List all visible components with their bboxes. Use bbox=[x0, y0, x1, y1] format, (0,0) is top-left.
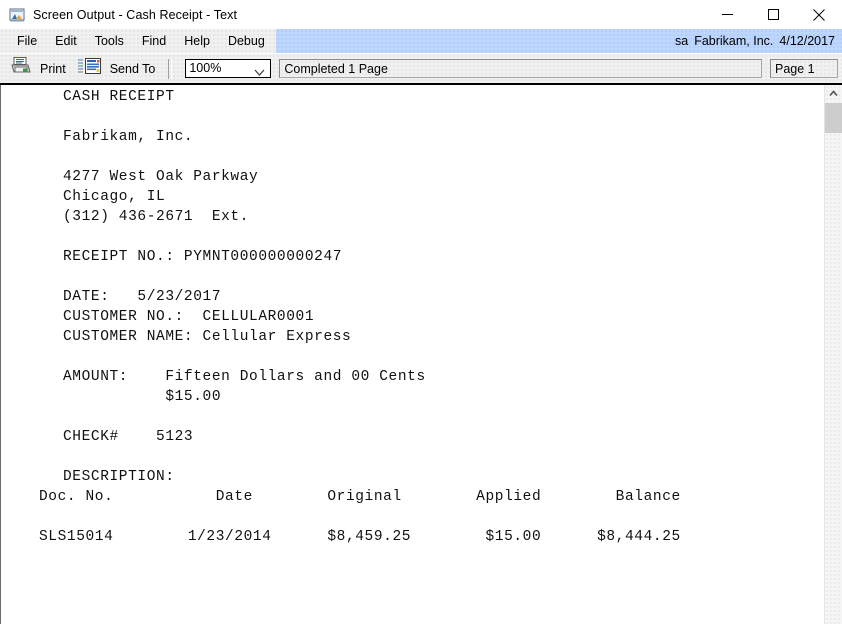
screen-output-icon bbox=[9, 7, 25, 23]
send-to-icon bbox=[76, 57, 102, 80]
menu-bar: File Edit Tools Find Help Debug sa Fabri… bbox=[0, 29, 842, 53]
zoom-level-select[interactable]: 100% bbox=[185, 59, 272, 78]
chevron-down-icon bbox=[254, 64, 265, 82]
minimize-button[interactable] bbox=[704, 0, 750, 29]
toolbar: Print Send To 100% Completed 1 Page Page… bbox=[0, 53, 842, 85]
vertical-scroll-thumb[interactable] bbox=[825, 103, 842, 133]
menu-item-tools[interactable]: Tools bbox=[86, 31, 133, 52]
window-controls bbox=[704, 0, 842, 29]
maximize-button[interactable] bbox=[750, 0, 796, 29]
report-page: CASH RECEIPT Fabrikam, Inc. 4277 West Oa… bbox=[1, 85, 824, 624]
session-status-bar: sa Fabrikam, Inc. 4/12/2017 bbox=[275, 29, 842, 53]
table-row: SLS15014 1/23/2014 $8,459.25 $15.00 $8,4… bbox=[39, 529, 681, 545]
menu-item-file[interactable]: File bbox=[8, 31, 46, 52]
print-label: Print bbox=[40, 61, 66, 76]
toolbar-separator bbox=[168, 58, 173, 79]
menu-item-help[interactable]: Help bbox=[175, 31, 219, 52]
menu-item-find[interactable]: Find bbox=[133, 31, 175, 52]
print-button[interactable]: Print bbox=[6, 57, 70, 81]
session-company: Fabrikam, Inc. bbox=[694, 34, 774, 48]
page-indicator-field: Page 1 bbox=[770, 59, 838, 78]
table-spacer-row bbox=[39, 507, 824, 527]
close-button[interactable] bbox=[796, 0, 842, 29]
scroll-up-arrow-icon[interactable] bbox=[825, 85, 842, 102]
menu-items: File Edit Tools Find Help Debug bbox=[0, 29, 274, 53]
session-user: sa bbox=[675, 34, 689, 48]
menu-item-edit[interactable]: Edit bbox=[46, 31, 86, 52]
session-date: 4/12/2017 bbox=[779, 34, 835, 48]
window-title: Screen Output - Cash Receipt - Text bbox=[33, 7, 238, 22]
zoom-level-value: 100% bbox=[189, 61, 222, 75]
completion-status-text: Completed 1 Page bbox=[284, 61, 388, 76]
document-table: Doc. No. Date Original Applied Balance S… bbox=[1, 487, 824, 547]
send-to-button[interactable]: Send To bbox=[72, 57, 160, 81]
send-to-label: Send To bbox=[109, 61, 156, 76]
table-header-row: Doc. No. Date Original Applied Balance bbox=[39, 489, 681, 505]
screen-output-window: Screen Output - Cash Receipt - Text File… bbox=[0, 0, 842, 624]
page-indicator-text: Page 1 bbox=[775, 61, 815, 76]
report-body-text: CASH RECEIPT Fabrikam, Inc. 4277 West Oa… bbox=[63, 89, 426, 485]
menu-item-debug[interactable]: Debug bbox=[219, 31, 274, 52]
document-viewport: CASH RECEIPT Fabrikam, Inc. 4277 West Oa… bbox=[0, 85, 842, 624]
completion-status-field: Completed 1 Page bbox=[279, 59, 762, 78]
vertical-scrollbar[interactable] bbox=[824, 85, 842, 624]
title-bar: Screen Output - Cash Receipt - Text bbox=[0, 0, 842, 29]
printer-icon bbox=[10, 56, 32, 81]
